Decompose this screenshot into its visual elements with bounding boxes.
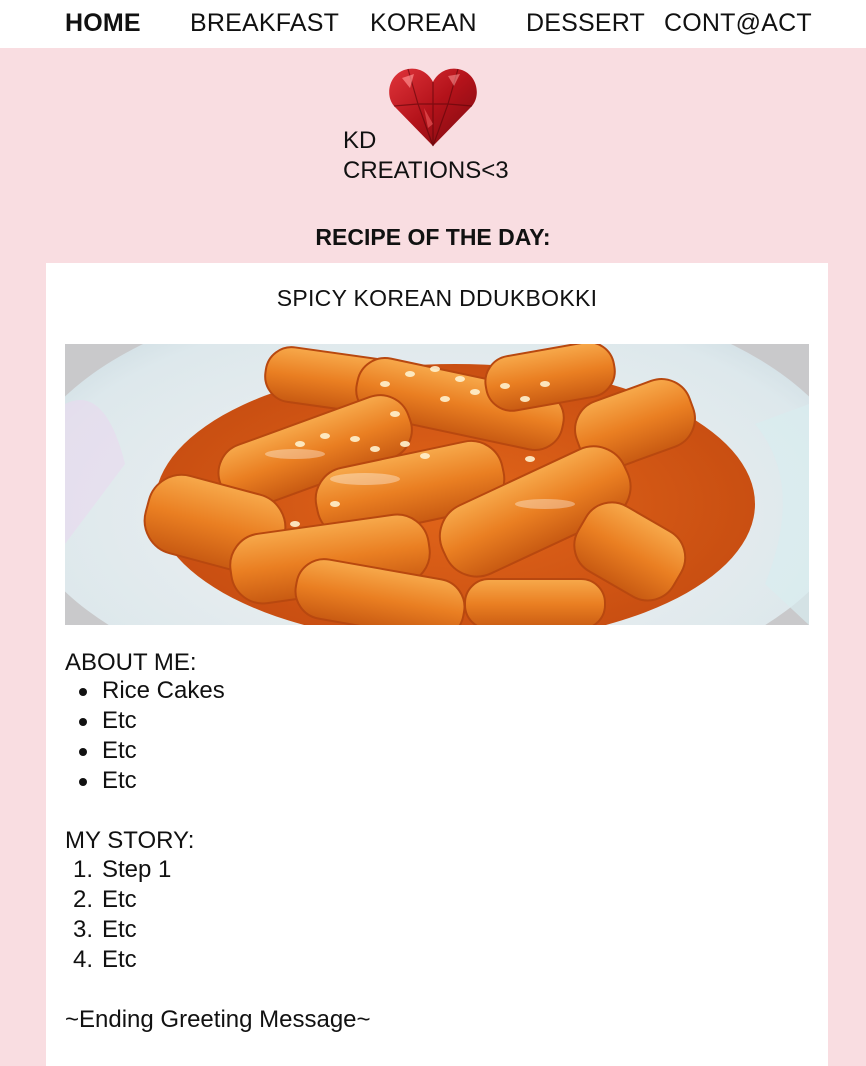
nav-link-home[interactable]: HOME [65,9,141,38]
recipe-card: SPICY KOREAN DDUKBOKKI ABOUT ME: Rice Ca… [46,263,828,1066]
list-item: 4. Etc [73,946,137,973]
nav-link-contact[interactable]: CONT@ACT [664,9,812,38]
logo-line-1: KD [343,127,377,154]
site-logo-text: KD CREATIONS<3 [343,126,509,186]
bullet-icon [79,748,87,756]
about-me-list: Rice Cakes Etc Etc Etc [65,676,225,796]
bullet-icon [79,718,87,726]
list-item: 2. Etc [73,886,137,913]
list-item: Etc [65,736,225,766]
list-item: 1. Step 1 [73,856,172,883]
logo-line-2: CREATIONS<3 [343,157,509,184]
ending-greeting: ~Ending Greeting Message~ [65,1006,371,1033]
top-navigation: HOME BREAKFAST KOREAN DESSERT CONT@ACT [0,0,866,48]
recipe-photo [65,344,809,625]
recipe-title: SPICY KOREAN DDUKBOKKI [276,285,598,311]
nav-link-korean[interactable]: KOREAN [370,9,477,38]
about-me-label: ABOUT ME: [65,649,197,676]
nav-link-dessert[interactable]: DESSERT [526,9,645,38]
bullet-icon [79,778,87,786]
my-story-label: MY STORY: [65,827,195,854]
recipe-of-the-day-heading: RECIPE OF THE DAY: [315,224,551,250]
nav-link-breakfast[interactable]: BREAKFAST [190,9,339,38]
my-story-list: 1. Step 1 2. Etc 3. Etc 4. Etc [65,855,171,975]
list-item: Etc [65,706,225,736]
list-item: 3. Etc [73,916,137,943]
bullet-icon [79,688,87,696]
list-item: Etc [65,766,225,796]
list-item: Rice Cakes [65,676,225,706]
